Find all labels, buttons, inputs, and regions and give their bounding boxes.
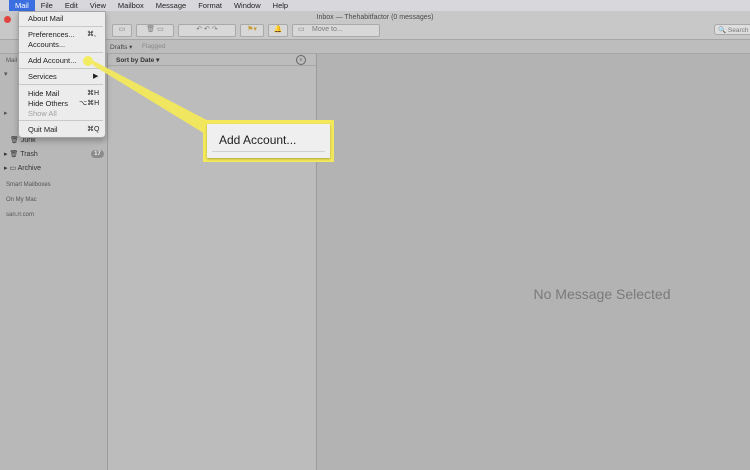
callout-label: Add Account... bbox=[219, 133, 297, 147]
highlight-dot bbox=[83, 56, 93, 66]
callout-separator bbox=[212, 151, 325, 152]
callout-connector bbox=[88, 58, 222, 140]
callout-box: Add Account... bbox=[203, 120, 334, 162]
callout-menu-item: Add Account... bbox=[207, 124, 330, 158]
